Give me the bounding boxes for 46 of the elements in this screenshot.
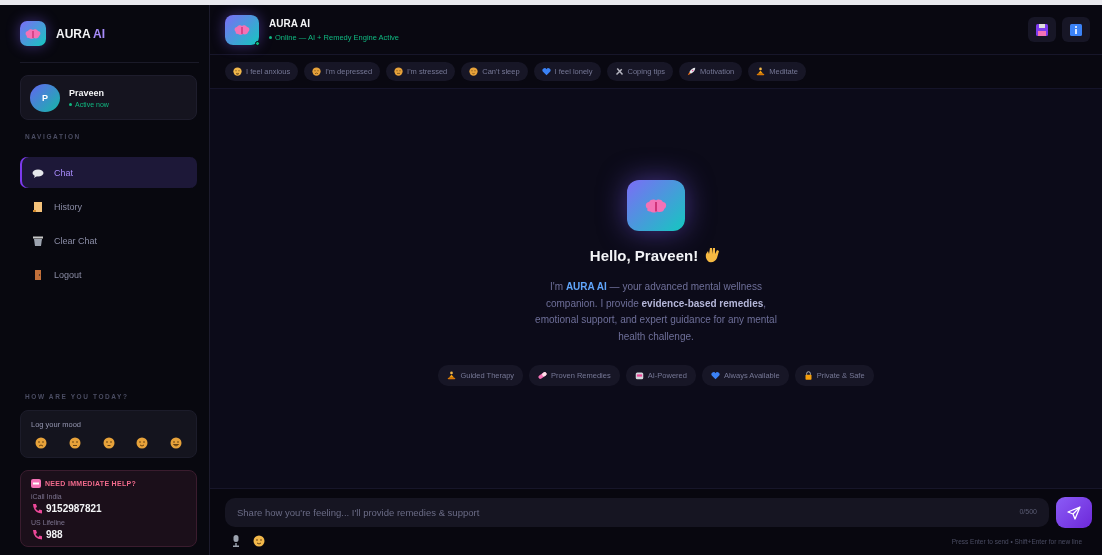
mood-face-button[interactable] [68, 437, 81, 449]
info-icon [1070, 23, 1082, 36]
welcome-message: I'm AURA AI — your advanced mental wellness companion. I provide evidence-based remedies, emotional support, and expert guidance for any mental health challenge. [534, 280, 778, 344]
face-icon [394, 67, 404, 76]
emoji-button[interactable] [253, 535, 265, 547]
scroll-icon [32, 200, 44, 213]
chat-title: AURA AI [269, 17, 311, 29]
brain-logo-icon [627, 180, 685, 231]
avatar: P [30, 83, 60, 112]
welcome-title: Hello, Praveen! [589, 246, 699, 264]
send-button[interactable] [1056, 497, 1092, 528]
nav-item[interactable]: Logout [20, 259, 197, 290]
trash-icon [32, 234, 44, 247]
mood-face-button[interactable] [170, 437, 182, 449]
face-icon [233, 67, 242, 76]
microphone-button[interactable] [231, 535, 241, 547]
meditating-figure-icon [756, 67, 766, 76]
brain-logo-icon [225, 14, 259, 45]
smiley-icon [253, 535, 265, 547]
phone-icon [31, 529, 42, 540]
phone-icon [31, 503, 42, 514]
mood-face-button[interactable] [102, 437, 115, 449]
user-name: Praveen [69, 87, 106, 98]
siren-icon [31, 479, 41, 488]
door-icon [32, 268, 44, 281]
save-button[interactable] [1028, 17, 1056, 42]
mood-face-button[interactable] [136, 437, 149, 449]
rocket-icon [687, 67, 697, 76]
phone-number[interactable]: 9152987821 [46, 503, 102, 514]
nav-item[interactable]: Clear Chat [20, 225, 197, 256]
phone-number[interactable]: 988 [46, 529, 63, 540]
info-button[interactable] [1062, 17, 1090, 42]
microphone-icon [231, 535, 241, 547]
mood-face-button[interactable] [35, 437, 47, 449]
nav-item[interactable]: Chat [20, 157, 197, 188]
brain-logo-icon [20, 21, 46, 46]
face-icon [312, 67, 322, 76]
heart-icon [710, 371, 720, 380]
meditating-figure-icon [447, 371, 457, 380]
nav-item[interactable]: History [20, 191, 197, 222]
brand-name: AURA AI [56, 26, 106, 41]
face-icon [469, 67, 479, 76]
pill-icon [538, 371, 548, 380]
lock-icon [803, 371, 813, 380]
send-icon [1067, 505, 1081, 520]
heart-icon [541, 67, 551, 76]
